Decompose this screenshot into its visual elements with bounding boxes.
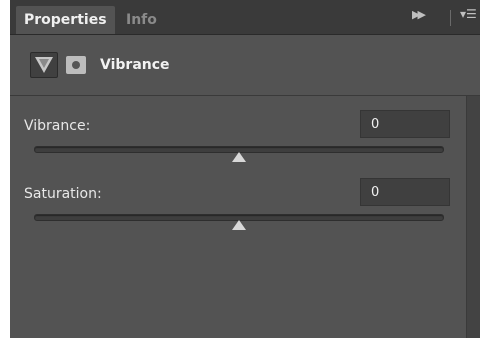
vibrance-adjustment-icon[interactable]	[30, 52, 58, 78]
vibrance-label: Vibrance:	[24, 118, 91, 134]
saturation-label: Saturation:	[24, 186, 102, 202]
tab-separator	[450, 10, 451, 26]
vertical-scrollbar[interactable]	[466, 96, 480, 338]
adjustment-header: Vibrance	[10, 35, 480, 96]
vibrance-value-field[interactable]: 0	[360, 110, 450, 138]
adjustment-title: Vibrance	[100, 57, 170, 73]
saturation-value-field[interactable]: 0	[360, 178, 450, 206]
panel-tab-bar: Properties Info ▶▶ ▾☰	[10, 0, 480, 35]
saturation-slider-thumb[interactable]	[232, 220, 246, 230]
tab-info[interactable]: Info	[118, 6, 165, 34]
panel-menu-icon[interactable]: ▾☰	[460, 7, 477, 21]
tab-properties[interactable]: Properties	[16, 6, 115, 34]
adjustment-controls: Vibrance: 0 Saturation: 0	[10, 96, 464, 338]
double-chevron-right-icon[interactable]: ▶▶	[412, 8, 426, 21]
layer-mask-icon[interactable]	[66, 56, 86, 74]
properties-panel: Properties Info ▶▶ ▾☰ Vibrance Vibrance:…	[10, 0, 480, 338]
vibrance-slider-thumb[interactable]	[232, 152, 246, 162]
